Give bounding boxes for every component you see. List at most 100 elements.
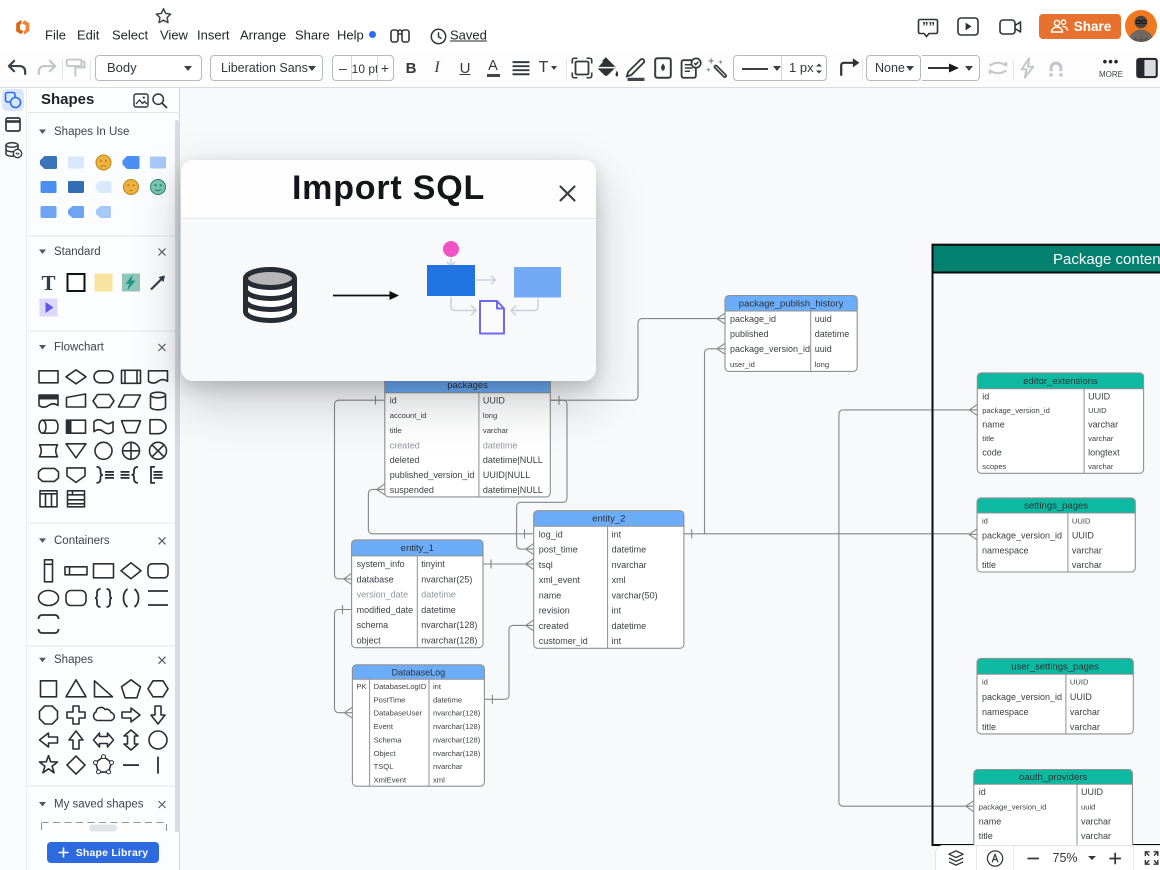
svg-text:user_id: user_id [730, 360, 755, 369]
svg-text:Event: Event [374, 722, 394, 731]
svg-text:varchar: varchar [1088, 462, 1114, 471]
svg-text:int: int [433, 682, 442, 691]
svg-text:nvarchar(25): nvarchar(25) [421, 574, 472, 584]
svg-text:varchar: varchar [1081, 817, 1111, 827]
svg-text:published: published [730, 329, 769, 339]
svg-text:revision: revision [539, 606, 570, 616]
svg-text:id: id [982, 391, 989, 401]
svg-text:packages: packages [447, 380, 488, 391]
svg-text:entity_2: entity_2 [592, 513, 625, 524]
svg-text:id: id [979, 787, 986, 797]
svg-text:database: database [357, 574, 394, 584]
svg-text:PK: PK [356, 682, 366, 691]
svg-text:datetime: datetime [483, 440, 518, 450]
svg-text:datetime: datetime [421, 605, 456, 615]
svg-text:int: int [612, 529, 622, 539]
svg-text:package_id: package_id [730, 314, 776, 324]
svg-text:nvarchar(128): nvarchar(128) [433, 709, 481, 718]
svg-text:package_version_id: package_version_id [730, 344, 810, 354]
svg-text:nvarchar: nvarchar [433, 762, 463, 771]
svg-text:namespace: namespace [982, 707, 1029, 717]
svg-text:uuid: uuid [815, 314, 832, 324]
svg-text:longtext: longtext [1088, 448, 1120, 458]
svg-text:package_version_id: package_version_id [979, 802, 1047, 811]
svg-text:nvarchar(128): nvarchar(128) [433, 735, 481, 744]
svg-text:Shapes: Shapes [54, 654, 93, 666]
svg-text:varchar: varchar [1088, 420, 1118, 430]
svg-text:created: created [390, 440, 420, 450]
svg-text:package_version_id: package_version_id [982, 692, 1062, 702]
svg-text:varchar: varchar [1072, 545, 1102, 555]
svg-text:varchar: varchar [1070, 722, 1100, 732]
svg-text:nvarchar(128): nvarchar(128) [421, 636, 477, 646]
svg-text:datetime: datetime [421, 590, 456, 600]
svg-text:datetime: datetime [815, 329, 850, 339]
svg-text:id: id [982, 678, 988, 687]
svg-text:created: created [539, 621, 569, 631]
svg-text:UUID: UUID [483, 396, 505, 406]
svg-text:datetime: datetime [612, 621, 647, 631]
svg-text:UUID: UUID [1072, 516, 1091, 525]
svg-text:name: name [979, 817, 1002, 827]
svg-text:log_id: log_id [539, 529, 563, 539]
svg-text:package_publish_history: package_publish_history [739, 298, 844, 309]
svg-text:UUID: UUID [1070, 692, 1092, 702]
svg-text:TSQL: TSQL [374, 762, 394, 771]
svg-text:customer_id: customer_id [539, 636, 588, 646]
svg-text:varchar: varchar [1072, 560, 1102, 570]
svg-text:id: id [982, 516, 988, 525]
svg-text:varchar: varchar [1088, 434, 1114, 443]
svg-text:published_version_id: published_version_id [390, 470, 475, 480]
svg-text:nvarchar(128): nvarchar(128) [433, 722, 481, 731]
svg-text:long: long [483, 411, 497, 420]
svg-text:package_version_id: package_version_id [982, 531, 1062, 541]
svg-text:id: id [390, 396, 397, 406]
svg-text:title: title [982, 434, 994, 443]
svg-text:title: title [979, 831, 993, 841]
svg-text:Schema: Schema [374, 735, 403, 744]
svg-text:xml: xml [612, 575, 626, 585]
svg-text:DatabaseUser: DatabaseUser [374, 709, 423, 718]
svg-text:””: ”” [922, 19, 935, 34]
svg-text:nvarchar(128): nvarchar(128) [433, 749, 481, 758]
svg-text:UUID: UUID [1081, 787, 1103, 797]
svg-text:Containers: Containers [54, 535, 110, 547]
svg-text:Object: Object [374, 749, 397, 758]
svg-text:xml_event: xml_event [539, 575, 581, 585]
svg-text:nvarchar(128): nvarchar(128) [421, 620, 477, 630]
svg-text:title: title [982, 722, 996, 732]
svg-text:title: title [982, 560, 996, 570]
svg-text:uuid: uuid [815, 344, 832, 354]
svg-text:int: int [612, 636, 622, 646]
svg-text:varchar: varchar [483, 426, 509, 435]
svg-text:XmlEvent: XmlEvent [374, 776, 407, 785]
svg-text:int: int [612, 606, 622, 616]
svg-text:object: object [357, 636, 382, 646]
svg-text:oauth_providers: oauth_providers [1019, 772, 1087, 783]
svg-text:DatabaseLogID: DatabaseLogID [374, 682, 427, 691]
svg-text:datetime: datetime [612, 545, 647, 555]
svg-text:Flowchart: Flowchart [54, 342, 105, 354]
svg-text:uuid: uuid [1081, 802, 1095, 811]
svg-text:nvarchar: nvarchar [612, 560, 647, 570]
svg-text:Package contents: Package contents [1053, 251, 1160, 268]
svg-text:scopes: scopes [982, 462, 1006, 471]
svg-text:PostTime: PostTime [374, 695, 406, 704]
svg-text:tsql: tsql [539, 560, 553, 570]
svg-text:My saved shapes: My saved shapes [54, 799, 144, 811]
svg-text:datetime: datetime [433, 695, 462, 704]
svg-text:UUID|NULL: UUID|NULL [483, 470, 530, 480]
svg-text:datetime|NULL: datetime|NULL [483, 455, 543, 465]
svg-text:Standard: Standard [54, 246, 101, 258]
svg-text:settings_pages: settings_pages [1024, 500, 1088, 511]
svg-text:deleted: deleted [390, 455, 420, 465]
svg-text:post_time: post_time [539, 545, 578, 555]
svg-text:entity_1: entity_1 [401, 543, 434, 554]
svg-text:datetime|NULL: datetime|NULL [483, 485, 543, 495]
svg-text:modified_date: modified_date [357, 605, 414, 615]
svg-text:package_version_id: package_version_id [982, 406, 1050, 415]
svg-text:version_date: version_date [357, 590, 409, 600]
svg-text:system_info: system_info [357, 559, 405, 569]
svg-text:UUID: UUID [1088, 391, 1110, 401]
svg-text:namespace: namespace [982, 545, 1029, 555]
